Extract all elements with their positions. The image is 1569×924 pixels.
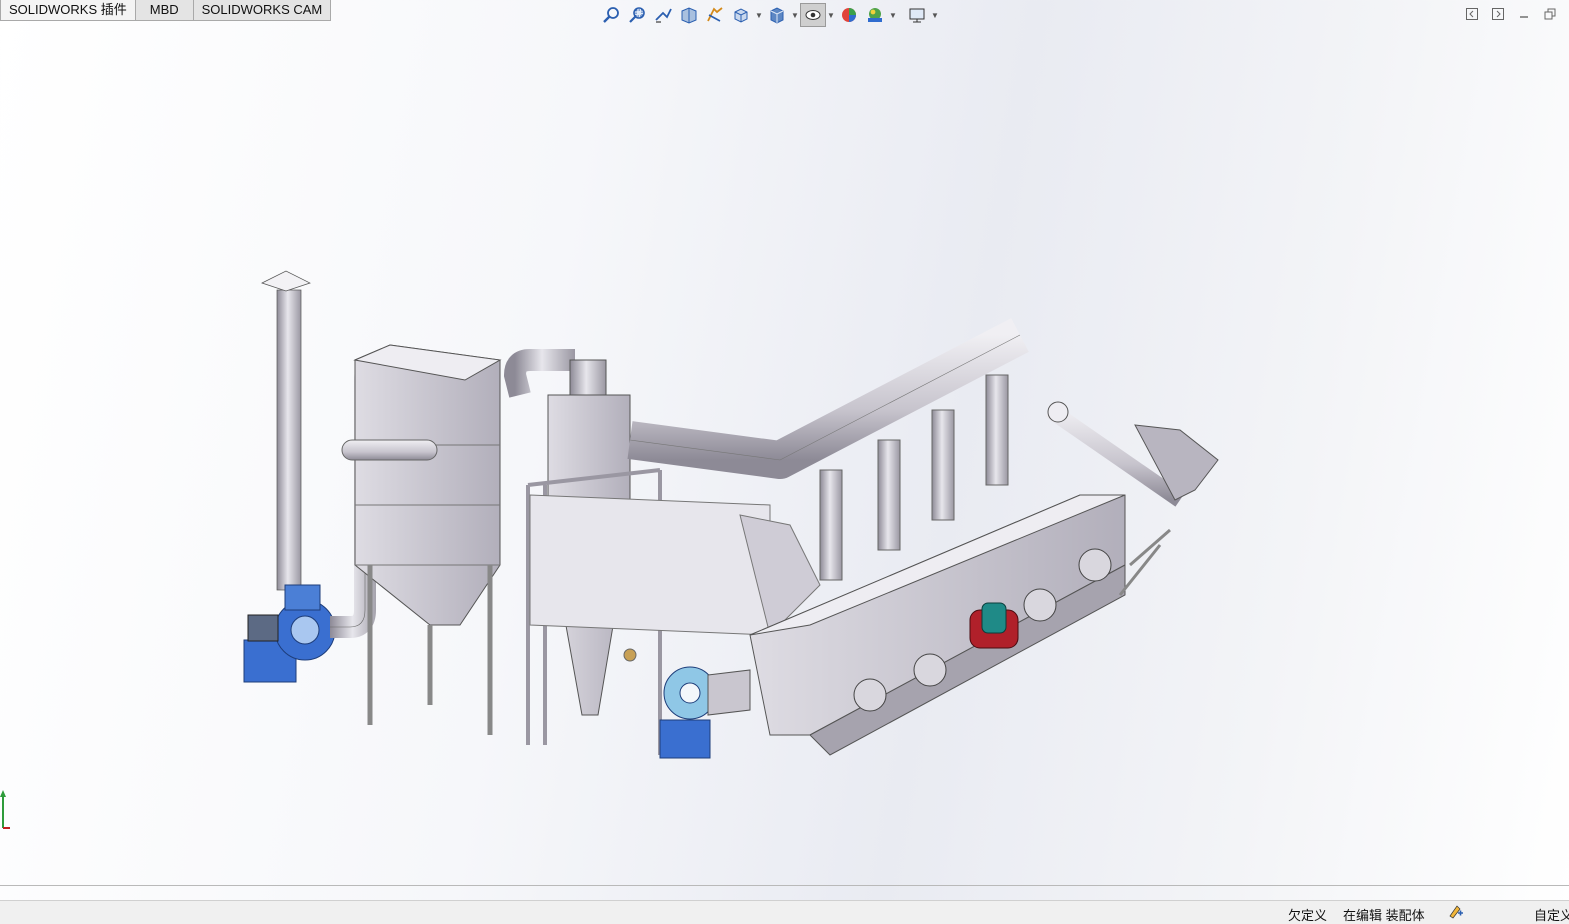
tab-mbd[interactable]: MBD: [134, 0, 194, 21]
view-orientation-caret-icon[interactable]: ▼: [754, 3, 764, 27]
hide-show-caret-icon[interactable]: ▼: [826, 3, 836, 27]
status-bar: 欠定义 在编辑 装配体 自定义: [0, 900, 1569, 924]
view-settings-caret-icon[interactable]: ▼: [930, 3, 940, 27]
bag-filter: [341, 344, 502, 735]
status-custom-units[interactable]: 自定义: [1534, 905, 1569, 924]
apply-scene-caret-icon[interactable]: ▼: [888, 3, 898, 27]
inlet-fan: [659, 666, 751, 759]
window-controls: [1463, 5, 1559, 23]
display-style-icon[interactable]: [764, 3, 790, 27]
minimize-icon[interactable]: [1515, 5, 1533, 23]
zoom-to-area-icon[interactable]: [624, 3, 650, 27]
view-orientation-icon[interactable]: [728, 3, 754, 27]
hide-show-items-icon[interactable]: [800, 3, 826, 27]
tab-solidworks-addins[interactable]: SOLIDWORKS 插件: [0, 0, 136, 21]
heads-up-view-toolbar: ▼ ▼ ▼ ▼ ▼: [598, 3, 940, 27]
restore-icon[interactable]: [1541, 5, 1559, 23]
zoom-to-fit-icon[interactable]: [598, 3, 624, 27]
status-underdefined: 欠定义: [1288, 908, 1328, 923]
fluid-bed-dryer: [749, 494, 1126, 756]
status-editing-assembly: 在编辑 装配体: [1343, 908, 1425, 923]
assembly-model-viewport[interactable]: [230, 265, 1230, 775]
main-exhaust-fan: [243, 584, 336, 683]
edit-appearance-icon[interactable]: [836, 3, 862, 27]
tab-solidworks-cam[interactable]: SOLIDWORKS CAM: [192, 0, 332, 21]
exhaust-stack: [261, 270, 311, 591]
previous-view-icon[interactable]: [650, 3, 676, 27]
collapse-right-panel-icon[interactable]: [1489, 5, 1507, 23]
view-settings-icon[interactable]: [904, 3, 930, 27]
display-style-caret-icon[interactable]: ▼: [790, 3, 800, 27]
apply-scene-icon[interactable]: [862, 3, 888, 27]
section-view-icon[interactable]: [676, 3, 702, 27]
rebuild-icon[interactable]: [1448, 903, 1464, 922]
coordinate-triad-icon: [0, 790, 10, 829]
command-manager-tabs: SOLIDWORKS 插件 MBD SOLIDWORKS CAM: [0, 0, 332, 21]
collapse-left-panel-icon[interactable]: [1463, 5, 1481, 23]
graphics-area-bottom-border: [0, 885, 1569, 886]
hot-air-duct: [529, 494, 821, 636]
dynamic-annotation-icon[interactable]: [702, 3, 728, 27]
